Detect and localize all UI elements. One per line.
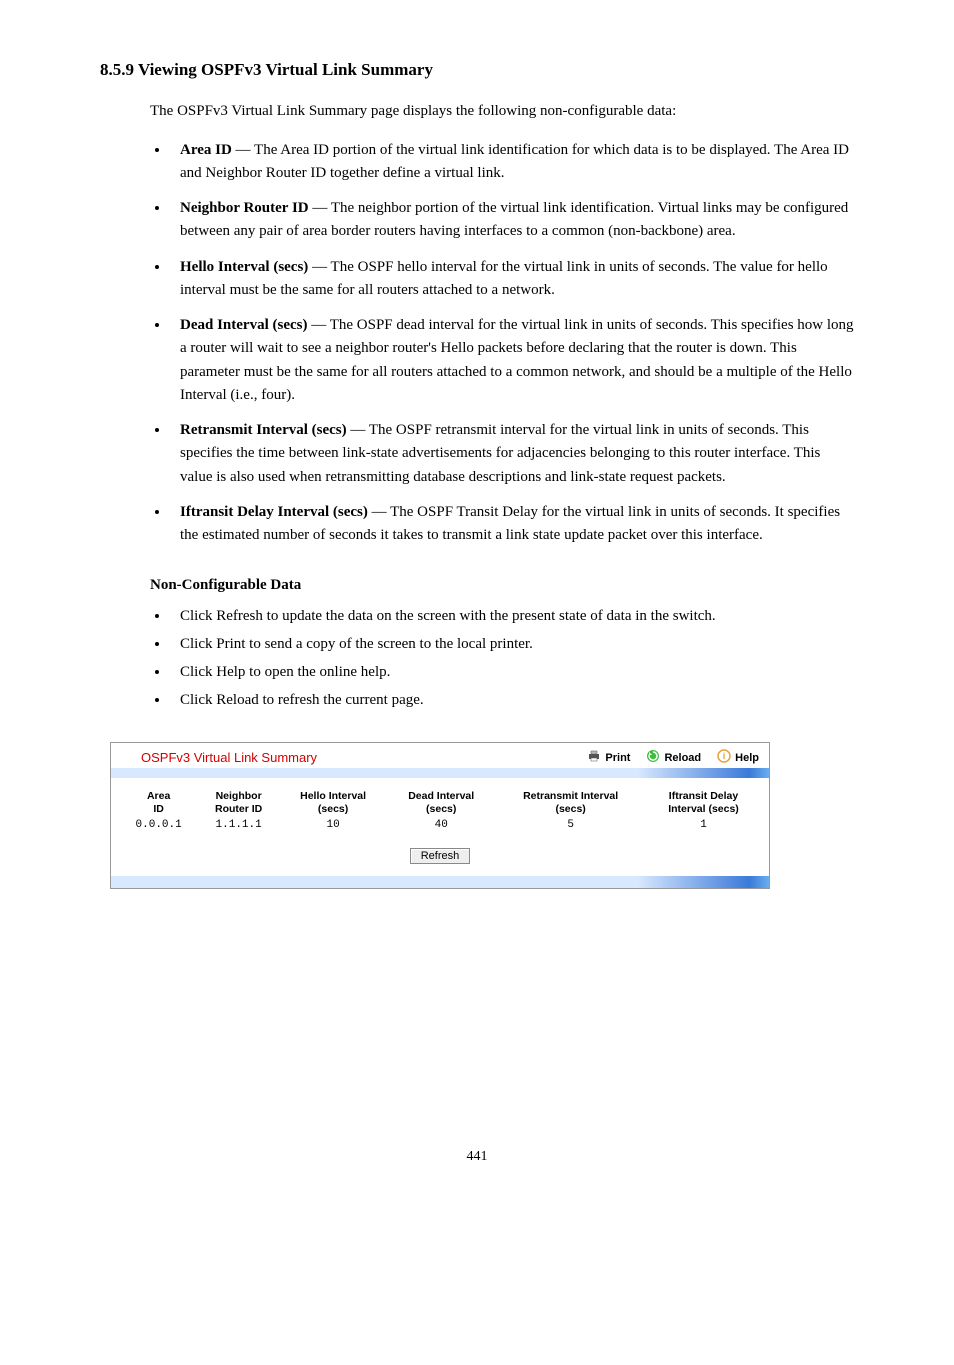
field-list: Area ID — The Area ID portion of the vir… <box>170 139 854 548</box>
list-item: Neighbor Router ID — The neighbor portio… <box>170 197 854 244</box>
cell-neighbor: 1.1.1.1 <box>198 817 279 833</box>
col-neighbor: NeighborRouter ID <box>198 788 279 817</box>
col-iftransit: Iftransit DelayInterval (secs) <box>646 788 761 817</box>
help-button[interactable]: i Help <box>717 749 759 766</box>
list-item: Iftransit Delay Interval (secs) — The OS… <box>170 501 854 548</box>
panel-title: OSPFv3 Virtual Link Summary <box>141 750 587 765</box>
list-item: Hello Interval (secs) — The OSPF hello i… <box>170 256 854 303</box>
print-button[interactable]: Print <box>587 749 630 766</box>
summary-table: AreaID NeighborRouter ID Hello Interval(… <box>119 788 761 833</box>
field-name: Dead Interval (secs) <box>180 317 307 333</box>
list-item: Click Refresh to update the data on the … <box>170 604 854 628</box>
col-retrans: Retransmit Interval(secs) <box>495 788 646 817</box>
intro-text: The OSPFv3 Virtual Link Summary page dis… <box>150 100 854 123</box>
noncfg-title: Non-Configurable Data <box>150 577 854 594</box>
page-number: 441 <box>100 1149 854 1165</box>
field-desc: — The Area ID portion of the virtual lin… <box>180 142 849 181</box>
reload-label: Reload <box>664 752 701 764</box>
table-row: 0.0.0.1 1.1.1.1 10 40 5 1 <box>119 817 761 833</box>
list-item: Click Print to send a copy of the screen… <box>170 632 854 656</box>
reload-button[interactable]: Reload <box>646 749 701 766</box>
cell-dead: 40 <box>387 817 495 833</box>
cell-retrans: 5 <box>495 817 646 833</box>
gradient-bar-bottom <box>111 876 769 888</box>
cell-area-id: 0.0.0.1 <box>119 817 198 833</box>
print-icon <box>587 749 601 766</box>
virtual-link-summary-panel: OSPFv3 Virtual Link Summary Print Reload <box>110 742 770 889</box>
field-name: Hello Interval (secs) <box>180 259 308 275</box>
field-name: Retransmit Interval (secs) <box>180 422 347 438</box>
list-item: Click Reload to refresh the current page… <box>170 688 854 712</box>
col-area-id: AreaID <box>119 788 198 817</box>
svg-text:i: i <box>723 751 726 761</box>
col-dead: Dead Interval(secs) <box>387 788 495 817</box>
field-name: Neighbor Router ID <box>180 200 309 216</box>
field-name: Iftransit Delay Interval (secs) <box>180 504 368 520</box>
section-heading: 8.5.9 Viewing OSPFv3 Virtual Link Summar… <box>100 60 854 80</box>
command-list: Click Refresh to update the data on the … <box>170 604 854 712</box>
reload-icon <box>646 749 660 766</box>
list-item: Area ID — The Area ID portion of the vir… <box>170 139 854 186</box>
help-icon: i <box>717 749 731 766</box>
gradient-bar <box>111 768 769 778</box>
cell-hello: 10 <box>279 817 387 833</box>
refresh-button[interactable]: Refresh <box>410 848 471 864</box>
list-item: Dead Interval (secs) — The OSPF dead int… <box>170 314 854 407</box>
list-item: Retransmit Interval (secs) — The OSPF re… <box>170 419 854 489</box>
help-label: Help <box>735 752 759 764</box>
panel-header: OSPFv3 Virtual Link Summary Print Reload <box>111 743 769 768</box>
cell-iftransit: 1 <box>646 817 761 833</box>
list-item: Click Help to open the online help. <box>170 660 854 684</box>
col-hello: Hello Interval(secs) <box>279 788 387 817</box>
field-name: Area ID <box>180 142 232 158</box>
print-label: Print <box>605 752 630 764</box>
